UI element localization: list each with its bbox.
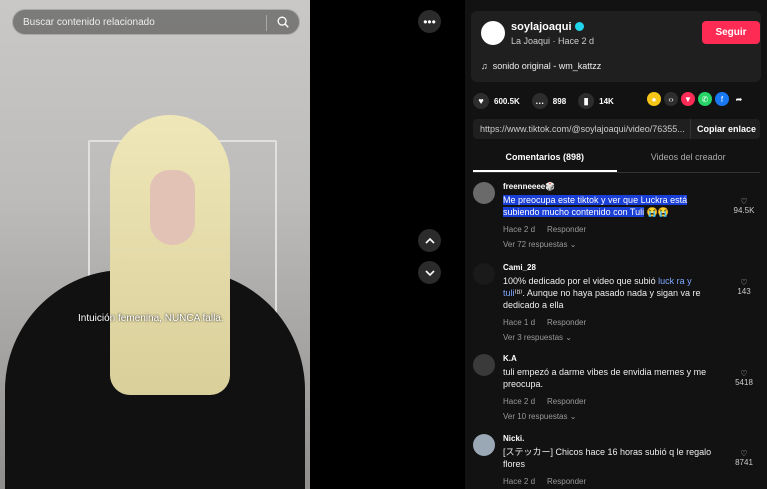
tab-creator-videos[interactable]: Videos del creador	[617, 150, 761, 172]
search-icon[interactable]	[276, 15, 290, 29]
heart-outline-icon: ♡	[740, 278, 748, 287]
share-arrow-icon[interactable]: ➦	[732, 92, 746, 106]
view-replies-button[interactable]: Ver 3 respuestas ⌄	[503, 333, 572, 342]
view-replies-button[interactable]: Ver 72 respuestas ⌄	[503, 240, 576, 249]
share-icons: ● ‹› ▼ ✆ f ➦	[647, 92, 749, 106]
more-options-button[interactable]: •••	[418, 10, 441, 33]
embed-icon[interactable]: ‹›	[664, 92, 678, 106]
ellipsis-icon: •••	[423, 14, 436, 29]
share-url[interactable]: https://www.tiktok.com/@soylajoaqui/vide…	[473, 124, 690, 134]
video-subject-hair	[110, 115, 230, 395]
heart-outline-icon: ♡	[740, 369, 748, 378]
chevron-up-icon	[424, 237, 435, 244]
reply-button[interactable]: Responder	[547, 397, 586, 406]
tab-comments[interactable]: Comentarios (898)	[473, 150, 617, 172]
comment-username[interactable]: Nicki.	[503, 434, 524, 443]
heart-outline-icon: ♡	[740, 197, 748, 206]
comment-like-button[interactable]: ♡ 8741	[729, 449, 759, 467]
tabs: Comentarios (898) Videos del creador	[473, 150, 760, 173]
search-placeholder: Buscar contenido relacionado	[23, 16, 155, 28]
reply-button[interactable]: Responder	[547, 477, 586, 486]
comment-stat[interactable]: … 898	[531, 93, 566, 109]
comment-meta: Hace 2 d Responder	[503, 477, 587, 486]
avatar[interactable]	[473, 263, 495, 285]
search-divider	[266, 15, 267, 31]
chevron-down-icon	[424, 269, 435, 276]
bookmark-icon: ▮	[578, 93, 595, 109]
comment-username[interactable]: freenneeee🎲	[503, 182, 555, 191]
comment-text: Me preocupa este tiktok y ver que Luckra…	[503, 195, 688, 217]
reply-button[interactable]: Responder	[547, 225, 586, 234]
author-username[interactable]: soylajoaqui	[511, 21, 584, 33]
engagement-stats: ♥ 600.5K … 898 ▮ 14K	[473, 92, 626, 110]
facebook-icon[interactable]: f	[715, 92, 729, 106]
previous-video-button[interactable]	[418, 229, 441, 252]
author-card: soylajoaqui La Joaqui · Hace 2 d Seguir …	[471, 11, 761, 82]
avatar[interactable]	[473, 182, 495, 204]
comment-like-button[interactable]: ♡ 94.5K	[729, 197, 759, 215]
follow-button[interactable]: Seguir	[702, 21, 760, 44]
video-subject-face	[150, 170, 195, 245]
avatar[interactable]	[473, 434, 495, 456]
avatar[interactable]	[473, 354, 495, 376]
details-panel: soylajoaqui La Joaqui · Hace 2 d Seguir …	[465, 0, 767, 489]
music-note-icon: ♫	[481, 61, 488, 71]
reply-button[interactable]: Responder	[547, 318, 586, 327]
comment-meta: Hace 1 d Responder	[503, 318, 587, 327]
video-caption: Intuición femenina, NUNCA falla.	[78, 313, 224, 324]
author-subline: La Joaqui · Hace 2 d	[511, 36, 595, 46]
verified-icon	[574, 22, 584, 31]
view-replies-button[interactable]: Ver 10 respuestas ⌄	[503, 412, 576, 421]
next-video-button[interactable]	[418, 261, 441, 284]
comment-like-button[interactable]: ♡ 5418	[729, 369, 759, 387]
comment-text: [ステッカー] Chicos hace 16 horas subió q le …	[503, 447, 712, 469]
heart-icon: ♥	[473, 93, 489, 109]
comment-text: 100% dedicado por el video que subió luc…	[503, 276, 701, 310]
heart-outline-icon: ♡	[740, 449, 748, 458]
save-stat[interactable]: ▮ 14K	[578, 93, 614, 109]
share-link-box: https://www.tiktok.com/@soylajoaqui/vide…	[473, 119, 760, 139]
comment-icon: …	[531, 93, 548, 109]
related-search-input[interactable]: Buscar contenido relacionado	[12, 9, 300, 35]
send-icon[interactable]: ▼	[681, 92, 695, 106]
comment-like-button[interactable]: ♡ 143	[729, 278, 759, 296]
whatsapp-icon[interactable]: ✆	[698, 92, 712, 106]
comment-meta: Hace 2 d Responder	[503, 397, 587, 406]
comment-meta: Hace 2 d Responder	[503, 225, 587, 234]
comment-text: tuli empezó a darme vibes de envidia mer…	[503, 367, 707, 389]
sound-link[interactable]: ♫ sonido original - wm_kattzz	[481, 61, 601, 71]
author-avatar[interactable]	[481, 21, 505, 45]
coin-icon[interactable]: ●	[647, 92, 661, 106]
comment-username[interactable]: Cami_28	[503, 263, 536, 272]
like-stat[interactable]: ♥ 600.5K	[473, 93, 520, 109]
video-player[interactable]: Buscar contenido relacionado Intuición f…	[0, 0, 310, 489]
copy-link-button[interactable]: Copiar enlace	[690, 119, 756, 139]
comment-username[interactable]: K.A	[503, 354, 517, 363]
